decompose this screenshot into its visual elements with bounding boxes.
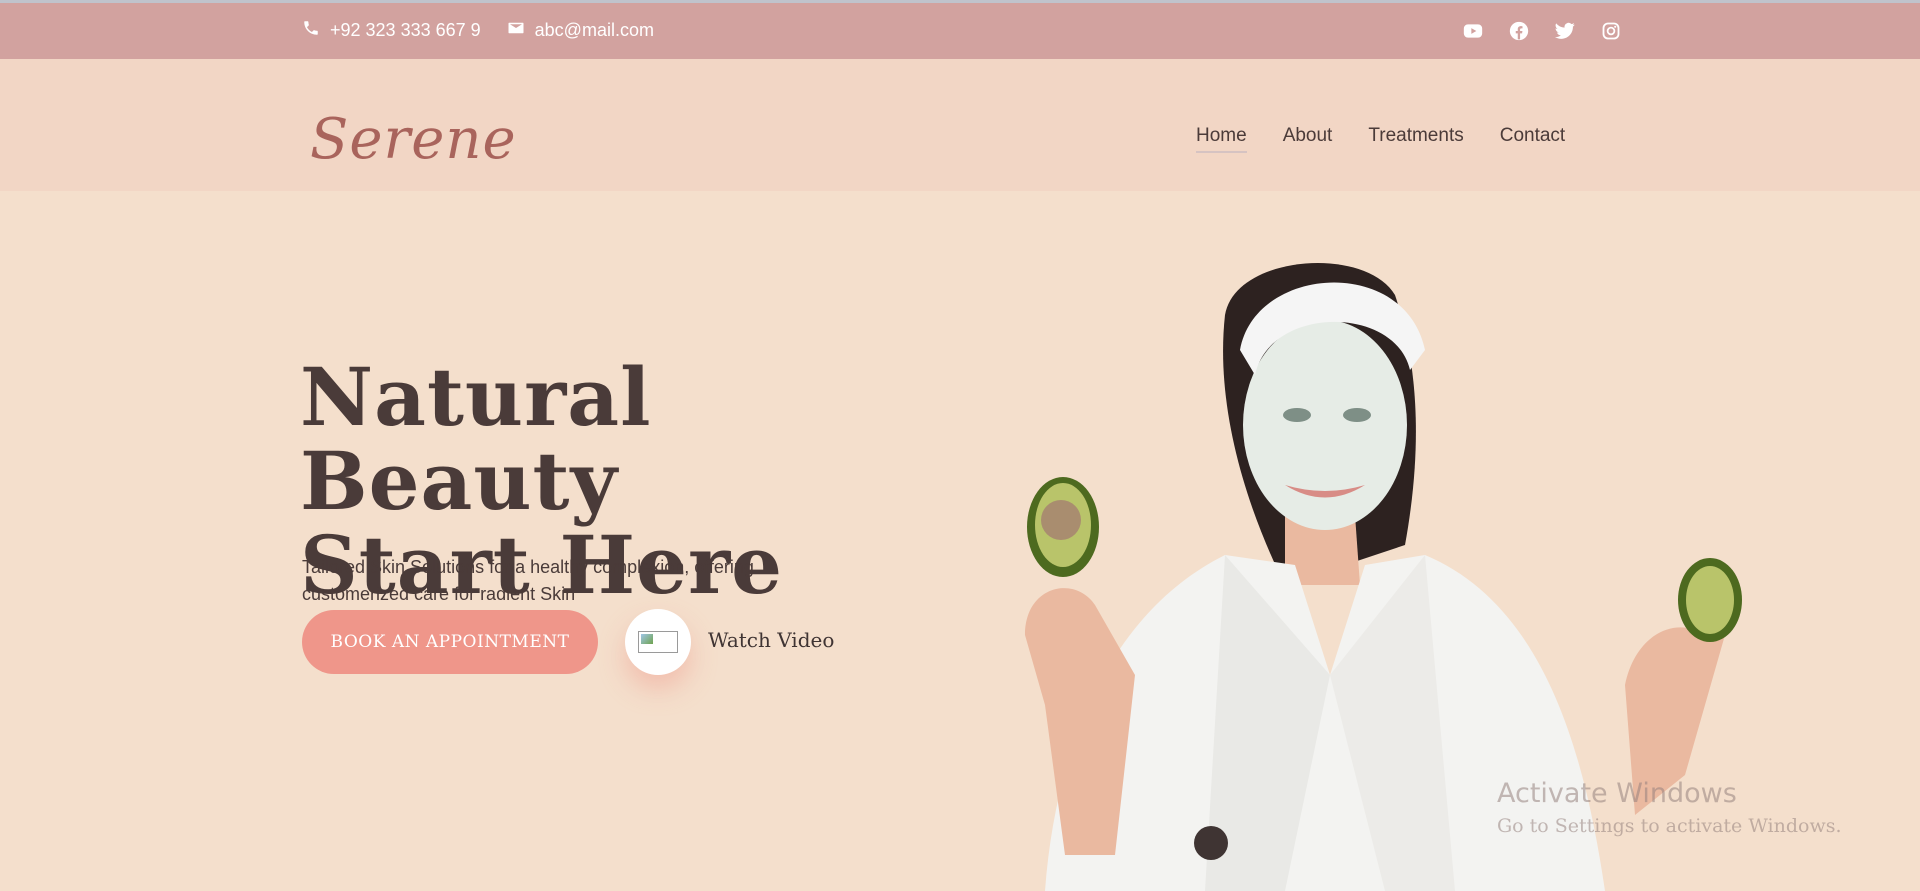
facebook-icon[interactable] [1509,21,1529,41]
nav-about[interactable]: About [1283,125,1333,153]
play-video-button[interactable] [625,609,691,675]
watch-video-link[interactable]: Watch Video [708,628,834,652]
contact-info: +92 323 333 667 9 abc@mail.com [302,19,654,42]
email-contact[interactable]: abc@mail.com [507,19,654,42]
twitter-icon[interactable] [1555,21,1575,41]
nav-treatments[interactable]: Treatments [1368,125,1463,153]
hero-subtitle: Tailored Skin Solutions for a healthy co… [302,557,754,604]
top-contact-bar: +92 323 333 667 9 abc@mail.com [0,0,1920,59]
book-appointment-button[interactable]: BOOK AN APPOINTMENT [302,610,598,674]
watermark-subtitle: Go to Settings to activate Windows. [1497,815,1842,837]
email-address: abc@mail.com [534,20,654,40]
broken-image-icon [638,631,678,653]
main-navbar: Serene Home About Treatments Contact [0,59,1920,191]
windows-activation-watermark: Activate Windows Go to Settings to activ… [1497,778,1842,837]
watermark-title: Activate Windows [1497,778,1737,809]
main-nav: Home About Treatments Contact [1196,125,1565,153]
brand-logo[interactable]: Serene [310,107,517,172]
social-links [1463,21,1621,41]
phone-contact[interactable]: +92 323 333 667 9 [302,19,481,42]
nav-contact[interactable]: Contact [1500,125,1565,153]
instagram-icon[interactable] [1601,21,1621,41]
phone-number: +92 323 333 667 9 [330,20,481,40]
youtube-icon[interactable] [1463,21,1483,41]
hero-title-line1: Natural Beauty [300,350,652,528]
slider-dot[interactable] [1194,826,1228,860]
phone-icon [302,19,320,42]
mail-icon [507,19,525,42]
nav-home[interactable]: Home [1196,125,1247,153]
